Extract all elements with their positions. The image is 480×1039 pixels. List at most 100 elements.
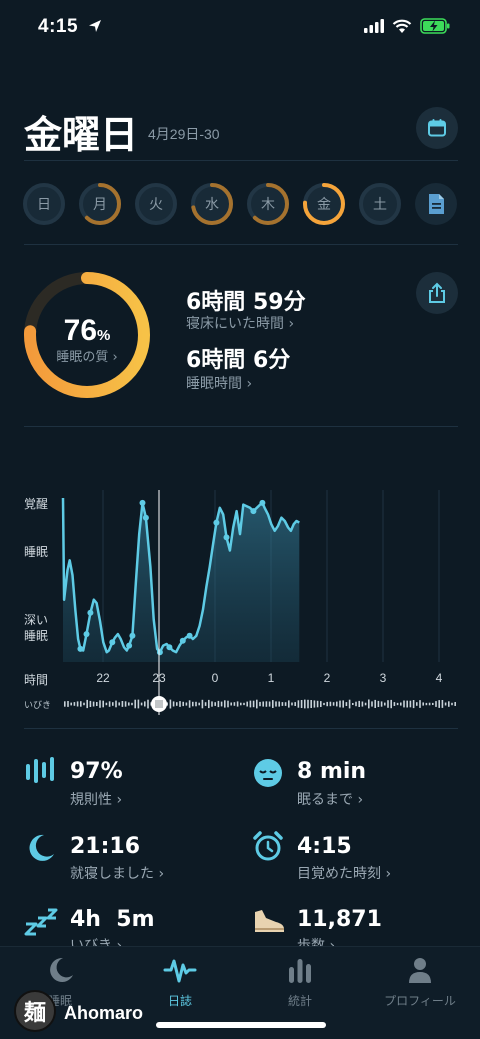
event-marker	[223, 534, 230, 541]
snore-bar	[240, 702, 242, 706]
snore-bar	[435, 701, 437, 707]
snore-bar	[281, 702, 284, 706]
snore-bar	[422, 702, 424, 706]
user-avatar: 麺	[14, 990, 56, 1032]
snore-bar	[265, 701, 268, 707]
stat-icon-fall-asleep	[252, 757, 284, 794]
snore-bar	[99, 700, 101, 708]
stat-fall-asleep-label[interactable]: 眠るまで ›	[297, 789, 363, 809]
snore-bar	[256, 699, 258, 709]
event-marker	[77, 645, 84, 652]
snore-bar	[345, 702, 348, 706]
snore-bar	[390, 699, 392, 709]
time-in-bed-label[interactable]: 寝床にいた時間 ›	[186, 313, 294, 333]
snore-bar	[92, 701, 95, 707]
moon-tab-icon	[50, 957, 73, 982]
stat-icon-snore	[24, 906, 60, 943]
snore-bar	[179, 701, 181, 707]
day-sunday[interactable]: 日	[22, 182, 66, 226]
snore-bar	[188, 700, 191, 708]
snore-bar	[272, 700, 274, 708]
share-button[interactable]	[416, 272, 458, 314]
tab-profile[interactable]: プロフィール	[360, 955, 480, 1009]
day-wednesday[interactable]: 水	[190, 182, 234, 226]
snore-bar	[444, 702, 447, 706]
snore-bar	[441, 700, 444, 708]
tab-journal[interactable]: 日誌	[120, 955, 240, 1009]
snore-bar	[73, 702, 76, 706]
snore-bar	[252, 700, 255, 708]
snore-bar	[412, 700, 415, 709]
event-marker	[83, 631, 90, 638]
snore-bar	[284, 702, 287, 706]
snore-bar	[432, 702, 434, 705]
stat-icon-bedtime	[24, 832, 56, 869]
day-monday[interactable]: 月	[78, 182, 122, 226]
event-marker	[109, 639, 116, 646]
snore-bar	[259, 701, 261, 707]
quality-label[interactable]: 睡眠の質 ›	[22, 346, 152, 365]
snore-bar	[224, 700, 226, 708]
zzz-icon	[24, 908, 58, 936]
snore-bar	[416, 702, 418, 706]
snore-bar	[243, 702, 245, 706]
snore-bar	[64, 701, 66, 707]
stat-steps-value: 11,871	[297, 907, 382, 932]
snore-bar	[339, 700, 341, 708]
tab-stats[interactable]: 統計	[240, 955, 360, 1009]
snore-bar	[406, 700, 408, 708]
snore-bar	[70, 702, 72, 706]
day-label: 木	[261, 197, 275, 213]
notes-button[interactable]	[414, 182, 458, 226]
moon-icon	[29, 834, 54, 861]
snore-bar	[172, 701, 175, 707]
snore-bar	[409, 700, 412, 708]
snore-bar	[403, 700, 405, 708]
day-saturday[interactable]: 土	[358, 182, 402, 226]
snore-bar	[131, 702, 133, 706]
snore-bar	[211, 701, 213, 707]
snore-bar	[355, 701, 357, 707]
snore-bar	[86, 699, 88, 709]
snore-bar	[368, 699, 370, 709]
snore-bar	[268, 701, 271, 707]
x-tick-label: 3	[380, 671, 387, 685]
date-range: 4月29日-30	[148, 126, 220, 142]
snore-bar	[361, 701, 364, 707]
snore-bar	[185, 702, 188, 706]
x-tick-label: 22	[96, 671, 110, 685]
snore-bar	[198, 702, 200, 706]
snore-bar	[102, 700, 104, 708]
snore-bar	[352, 703, 354, 705]
snore-bar	[393, 702, 396, 706]
sleep-chart[interactable]: 22 23 0 1 2 3 4	[0, 480, 480, 720]
snore-bar	[140, 702, 143, 706]
day-label: 月	[93, 197, 107, 213]
snore-bar	[371, 701, 373, 707]
day-thursday[interactable]: 木	[246, 182, 290, 226]
event-marker	[250, 508, 257, 515]
stat-regularity-label[interactable]: 規則性 ›	[70, 789, 122, 809]
snore-bar	[89, 700, 92, 707]
snore-bar	[214, 702, 216, 706]
stat-bedtime-label[interactable]: 就寝しました ›	[70, 863, 164, 883]
location-arrow-icon	[89, 20, 101, 32]
stat-snore-value: 4h 5m	[70, 907, 155, 932]
calendar-button[interactable]	[416, 107, 458, 149]
event-marker	[129, 632, 136, 639]
snore-bar	[233, 702, 236, 706]
snore-bar	[288, 700, 290, 708]
day-tuesday[interactable]: 火	[134, 182, 178, 226]
sleep-time-label[interactable]: 睡眠時間 ›	[186, 373, 252, 393]
x-tick-label: 4	[436, 671, 443, 685]
event-marker	[259, 499, 266, 506]
snore-bar	[236, 701, 239, 707]
sleep-time-value: 6時間 6分	[186, 348, 291, 373]
day-friday[interactable]: 金	[302, 182, 346, 226]
stat-icon-regularity	[24, 756, 64, 791]
divider	[24, 244, 458, 245]
day-label: 土	[373, 197, 387, 213]
shoe-icon	[255, 910, 284, 932]
stat-wakeup-label[interactable]: 目覚めた時刻 ›	[297, 863, 391, 883]
snore-bar	[201, 699, 204, 709]
